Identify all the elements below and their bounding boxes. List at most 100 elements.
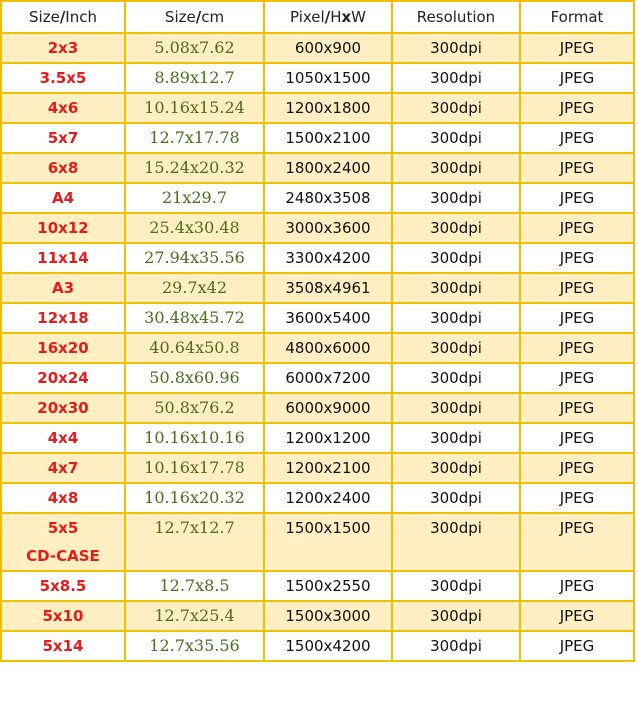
cell-format: JPEG — [519, 452, 635, 484]
cell-resolution: 300dpi — [391, 122, 521, 154]
cell-size-inch: 5x7 — [0, 122, 126, 154]
cell-format: JPEG — [519, 302, 635, 334]
table-row: 5x7 12.7x17.78 1500x2100 300dpi JPEG — [0, 122, 635, 154]
cell-pixel: 1200x2100 — [263, 452, 393, 484]
cell-size-inch: 5x10 — [0, 600, 126, 632]
cell-size-cm: 12.7x12.7 — [124, 512, 265, 572]
cell-format: JPEG — [519, 422, 635, 454]
table-row: 4x6 10.16x15.24 1200x1800 300dpi JPEG — [0, 92, 635, 124]
cell-size-inch: 16x20 — [0, 332, 126, 364]
cell-format: JPEG — [519, 392, 635, 424]
table-row: 6x8 15.24x20.32 1800x2400 300dpi JPEG — [0, 152, 635, 184]
cell-format: JPEG — [519, 242, 635, 274]
cell-format: JPEG — [519, 122, 635, 154]
cell-resolution: 300dpi — [391, 182, 521, 214]
cell-size-inch: 5x5 CD-CASE — [0, 512, 126, 572]
cell-size-inch: 4x6 — [0, 92, 126, 124]
cell-pixel: 6000x7200 — [263, 362, 393, 394]
cell-pixel: 6000x9000 — [263, 392, 393, 424]
cell-format: JPEG — [519, 212, 635, 244]
cell-size-inch: A4 — [0, 182, 126, 214]
table-row: 20x24 50.8x60.96 6000x7200 300dpi JPEG — [0, 362, 635, 394]
cell-resolution: 300dpi — [391, 92, 521, 124]
cell-size-cm: 10.16x20.32 — [124, 482, 265, 514]
cell-format: JPEG — [519, 332, 635, 364]
table-row: 4x8 10.16x20.32 1200x2400 300dpi JPEG — [0, 482, 635, 514]
cell-size-inch: 20x24 — [0, 362, 126, 394]
cell-format: JPEG — [519, 182, 635, 214]
cell-size-inch: 12x18 — [0, 302, 126, 334]
cell-pixel: 4800x6000 — [263, 332, 393, 364]
header-size-inch: Size/Inch — [0, 0, 126, 34]
table-row: 5x14 12.7x35.56 1500x4200 300dpi JPEG — [0, 630, 635, 662]
size-inch-note: CD-CASE — [26, 547, 100, 565]
cell-pixel: 1050x1500 — [263, 62, 393, 94]
cell-resolution: 300dpi — [391, 422, 521, 454]
table-row: 16x20 40.64x50.8 4800x6000 300dpi JPEG — [0, 332, 635, 364]
table-body: 2x3 5.08x7.62 600x900 300dpi JPEG 3.5x5 8.89x1… — [0, 32, 635, 662]
header-size-cm: Size/cm — [124, 0, 265, 34]
cell-size-inch: 10x12 — [0, 212, 126, 244]
table-row: A4 21x29.7 2480x3508 300dpi JPEG — [0, 182, 635, 214]
cell-pixel: 1500x2100 — [263, 122, 393, 154]
cell-resolution: 300dpi — [391, 392, 521, 424]
cell-resolution: 300dpi — [391, 152, 521, 184]
cell-size-cm: 12.7x35.56 — [124, 630, 265, 662]
cell-pixel: 1500x3000 — [263, 600, 393, 632]
cell-size-cm: 8.89x12.7 — [124, 62, 265, 94]
cell-pixel: 2480x3508 — [263, 182, 393, 214]
cell-resolution: 300dpi — [391, 482, 521, 514]
cell-pixel: 1800x2400 — [263, 152, 393, 184]
header-resolution: Resolution — [391, 0, 521, 34]
cell-size-cm: 25.4x30.48 — [124, 212, 265, 244]
table-row: 10x12 25.4x30.48 3000x3600 300dpi JPEG — [0, 212, 635, 244]
cell-resolution: 300dpi — [391, 600, 521, 632]
table-row: 5x5 CD-CASE 12.7x12.7 1500x1500 300dpi JPEG — [0, 512, 635, 572]
cell-resolution: 300dpi — [391, 212, 521, 244]
cell-format: JPEG — [519, 512, 635, 572]
cell-resolution: 300dpi — [391, 362, 521, 394]
cell-pixel: 3600x5400 — [263, 302, 393, 334]
cell-resolution: 300dpi — [391, 62, 521, 94]
header-format: Format — [519, 0, 635, 34]
cell-resolution: 300dpi — [391, 452, 521, 484]
cell-resolution: 300dpi — [391, 302, 521, 334]
cell-format: JPEG — [519, 62, 635, 94]
cell-size-cm: 27.94x35.56 — [124, 242, 265, 274]
table-row: 3.5x5 8.89x12.7 1050x1500 300dpi JPEG — [0, 62, 635, 94]
table-row: 4x7 10.16x17.78 1200x2100 300dpi JPEG — [0, 452, 635, 484]
cell-size-cm: 12.7x25.4 — [124, 600, 265, 632]
cell-size-cm: 21x29.7 — [124, 182, 265, 214]
cell-size-cm: 15.24x20.32 — [124, 152, 265, 184]
table-row: 12x18 30.48x45.72 3600x5400 300dpi JPEG — [0, 302, 635, 334]
cell-format: JPEG — [519, 482, 635, 514]
size-inch-value: 5x5 — [47, 519, 79, 537]
cell-resolution: 300dpi — [391, 242, 521, 274]
cell-resolution: 300dpi — [391, 512, 521, 572]
table-row: A3 29.7x42 3508x4961 300dpi JPEG — [0, 272, 635, 304]
cell-pixel: 1500x4200 — [263, 630, 393, 662]
cell-size-cm: 29.7x42 — [124, 272, 265, 304]
cell-resolution: 300dpi — [391, 32, 521, 64]
cell-size-inch: 3.5x5 — [0, 62, 126, 94]
cell-resolution: 300dpi — [391, 630, 521, 662]
cell-size-cm: 10.16x10.16 — [124, 422, 265, 454]
cell-resolution: 300dpi — [391, 272, 521, 304]
cell-size-inch: 4x7 — [0, 452, 126, 484]
cell-format: JPEG — [519, 152, 635, 184]
cell-pixel: 3508x4961 — [263, 272, 393, 304]
cell-format: JPEG — [519, 362, 635, 394]
cell-format: JPEG — [519, 570, 635, 602]
cell-size-cm: 10.16x15.24 — [124, 92, 265, 124]
header-pixel: Pixel/HxW — [263, 0, 393, 34]
cell-resolution: 300dpi — [391, 570, 521, 602]
cell-pixel: 1500x1500 — [263, 512, 393, 572]
cell-size-cm: 40.64x50.8 — [124, 332, 265, 364]
table-row: 20x30 50.8x76.2 6000x9000 300dpi JPEG — [0, 392, 635, 424]
cell-size-cm: 50.8x60.96 — [124, 362, 265, 394]
cell-format: JPEG — [519, 630, 635, 662]
table-row: 5x8.5 12.7x8.5 1500x2550 300dpi JPEG — [0, 570, 635, 602]
cell-size-inch: 20x30 — [0, 392, 126, 424]
cell-size-cm: 12.7x17.78 — [124, 122, 265, 154]
cell-size-inch: 11x14 — [0, 242, 126, 274]
